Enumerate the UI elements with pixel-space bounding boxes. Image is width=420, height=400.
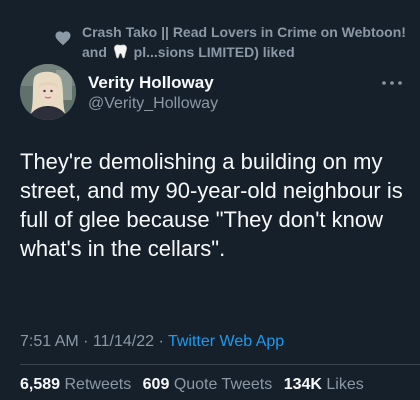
tweet-detail-view: Crash Tako || Read Lovers in Crime on We…: [0, 0, 420, 400]
heart-icon: [55, 31, 71, 46]
likes-stat[interactable]: 134K Likes: [284, 376, 364, 393]
retweets-count: 6,589: [20, 376, 61, 393]
quotes-label: Quote Tweets: [173, 376, 273, 393]
retweets-stat[interactable]: 6,589 Retweets: [20, 376, 131, 393]
tweet-metadata: 7:51 AM · 11/14/22 · Twitter Web App: [20, 332, 410, 352]
retweets-label: Retweets: [64, 376, 132, 393]
quote-tweets-stat[interactable]: 609 Quote Tweets: [143, 376, 273, 393]
tweet-author: Verity Holloway @Verity_Holloway: [0, 62, 420, 128]
tweet-stats: 6,589 Retweets 609 Quote Tweets 134K Lik…: [20, 375, 420, 395]
avatar[interactable]: [20, 64, 76, 120]
handle[interactable]: @Verity_Holloway: [88, 94, 218, 114]
social-context-text[interactable]: Crash Tako || Read Lovers in Crime on We…: [82, 22, 412, 62]
tweet-date[interactable]: 11/14/22: [93, 333, 154, 350]
display-name[interactable]: Verity Holloway: [88, 72, 214, 94]
liked-text-part2: pl...sions LIMITED) liked: [133, 44, 295, 60]
avatar-image: [20, 64, 76, 120]
divider: [20, 364, 420, 365]
tweet-time[interactable]: 7:51 AM: [20, 333, 79, 350]
tooth-icon: [113, 44, 127, 59]
more-icon[interactable]: [381, 78, 403, 88]
social-context[interactable]: Crash Tako || Read Lovers in Crime on We…: [0, 22, 420, 62]
tweet-text: They're demolishing a building on my str…: [20, 149, 403, 261]
tweet-source[interactable]: Twitter Web App: [168, 333, 284, 350]
meta-separator-2: ·: [154, 333, 168, 350]
quotes-count: 609: [142, 376, 170, 393]
likes-label: Likes: [326, 376, 364, 393]
meta-separator-1: ·: [78, 333, 93, 350]
likes-count: 134K: [283, 376, 322, 393]
